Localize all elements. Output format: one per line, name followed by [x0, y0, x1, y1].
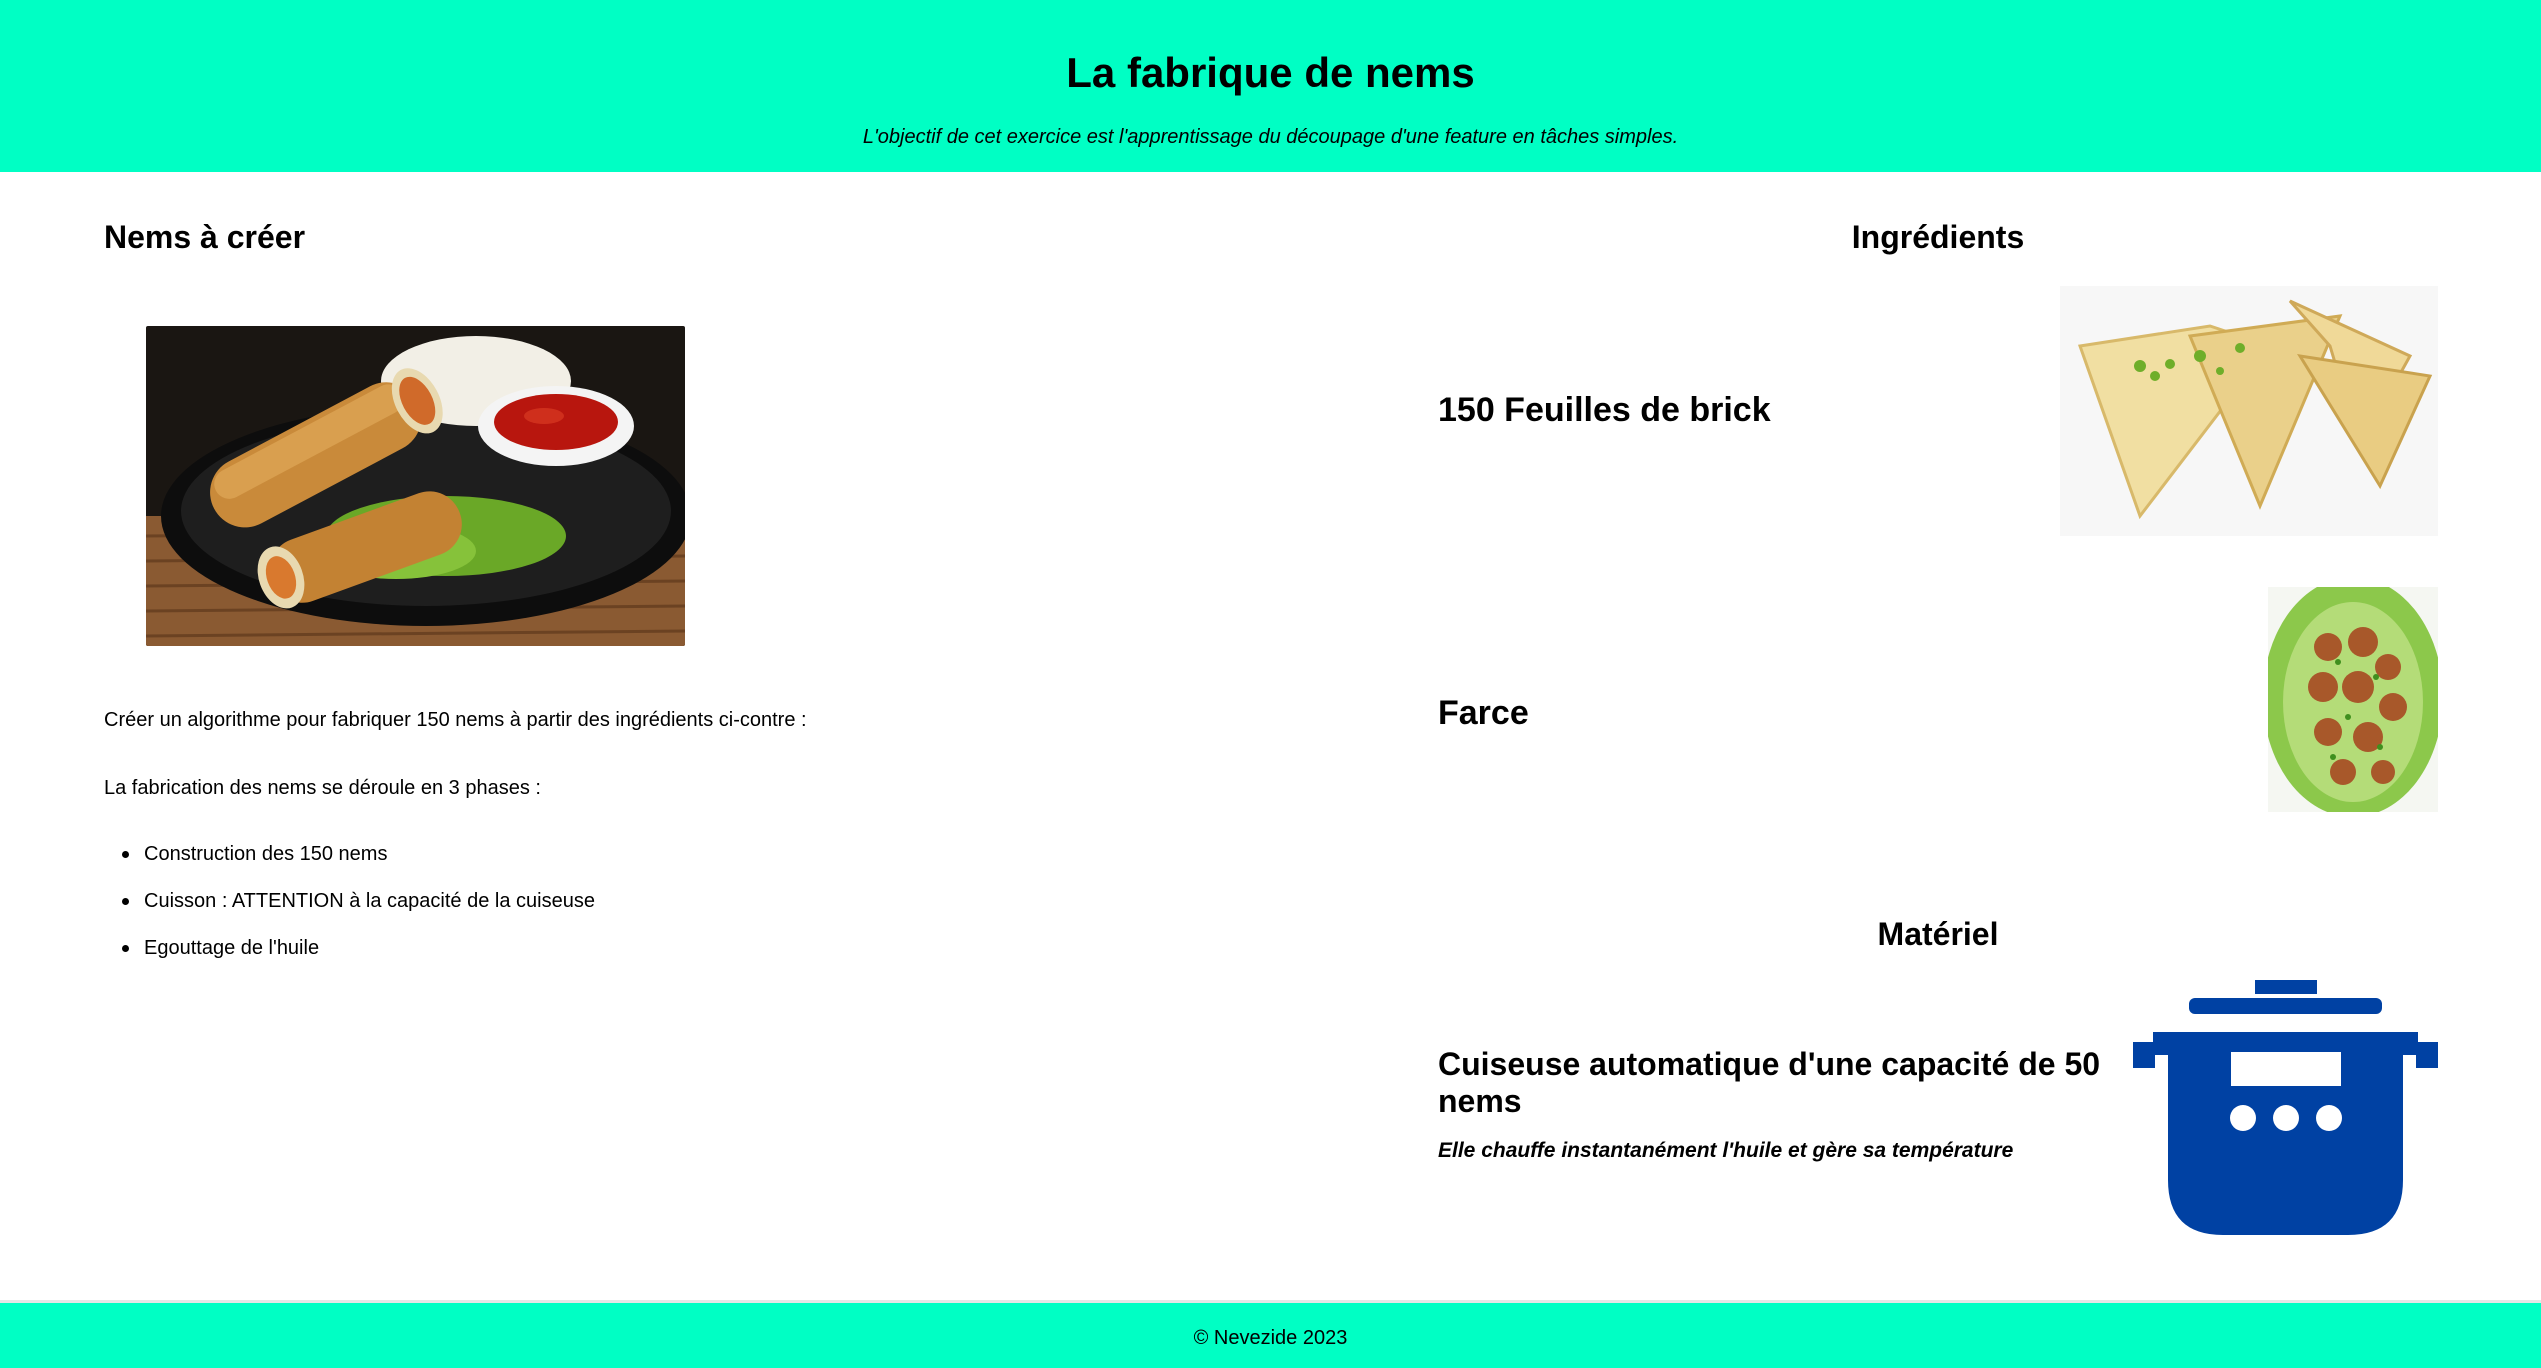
page-subtitle: L'objectif de cet exercice est l'apprent…	[862, 126, 1679, 148]
instructions-phases-intro: La fabrication des nems se déroule en 3 …	[104, 777, 541, 799]
nems-section-title: Nems à créer	[104, 219, 306, 255]
instructions-intro: Créer un algorithme pour fabriquer 150 n…	[104, 709, 807, 731]
footer-copyright: © Nevezide 2023	[1193, 1327, 1348, 1349]
list-item: Construction des 150 nems	[122, 841, 595, 888]
ingredient-name: Farce	[1438, 694, 1529, 732]
page-footer: © Nevezide 2023	[0, 1300, 2541, 1368]
nems-section: Nems à créer Créer un algorithme pour fa…	[104, 215, 1304, 959]
page-title: La fabrique de nems	[1066, 49, 1475, 96]
list-item: Egouttage de l'huile	[122, 935, 595, 982]
materiel-title: Matériel	[1877, 916, 1999, 952]
list-item: Cuisson : ATTENTION à la capacité de la …	[122, 888, 595, 935]
brick-sheets-image	[2060, 286, 2438, 536]
cooker-name: Cuiseuse automatique d'une capacité de 5…	[1438, 1046, 2101, 1119]
cooker-description: Elle chauffe instantanément l'huile et g…	[1438, 1139, 2014, 1162]
page-header: La fabrique de nems L'objectif de cet ex…	[0, 0, 2541, 172]
farce-image	[2268, 587, 2438, 841]
ingredients-title: Ingrédients	[1851, 219, 2025, 255]
nems-image	[146, 326, 685, 646]
ingredient-name: 150 Feuilles de brick	[1438, 391, 1771, 429]
phases-list: Construction des 150 nems Cuisson : ATTE…	[122, 841, 595, 982]
cooker-icon	[2133, 980, 2438, 1235]
